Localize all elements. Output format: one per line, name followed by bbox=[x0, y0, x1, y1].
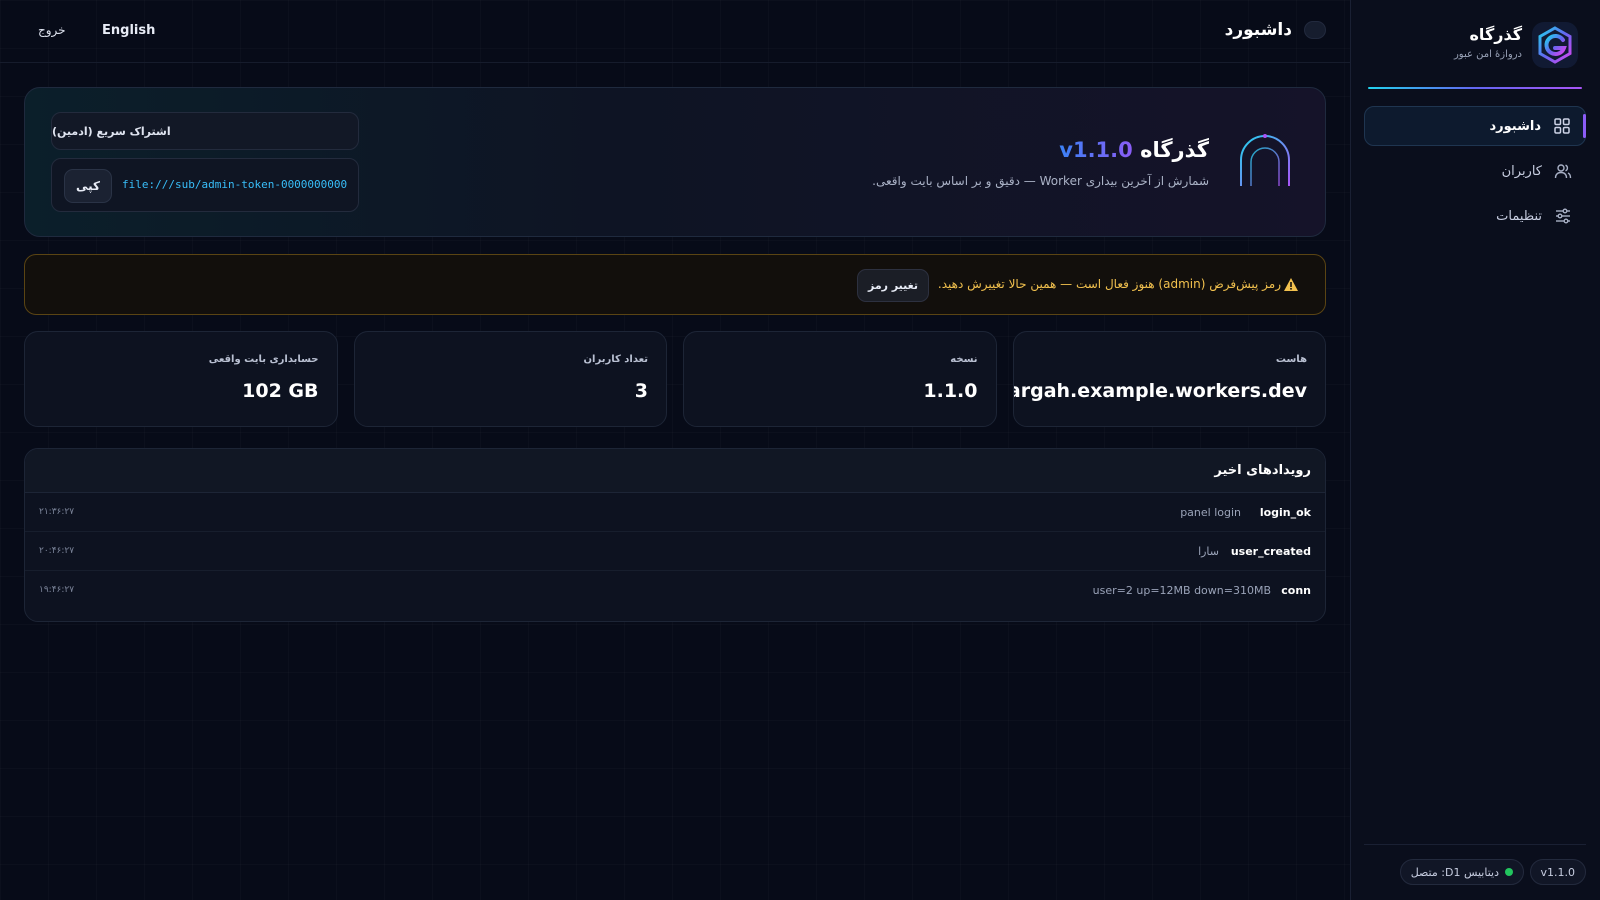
sidebar-footer: v1.1.0 دیتابیس D1: متصل bbox=[1364, 844, 1586, 900]
stat-card-real-bytes: حسابداری بایت واقعی 102 GB bbox=[24, 331, 338, 427]
db-status-text: دیتابیس D1: متصل bbox=[1410, 865, 1499, 879]
stat-card-user-count: تعداد کاربران 3 bbox=[353, 331, 667, 427]
sidebar-item-label: کاربران bbox=[1501, 163, 1542, 179]
sidebar-nav: داشبورد کاربران تنظیمات bbox=[1364, 106, 1586, 241]
version-badge: v1.1.0 bbox=[1529, 859, 1586, 885]
event-time: ۲۰:۴۶:۲۷ bbox=[39, 546, 75, 556]
stat-value: gozargah.example.workers.dev bbox=[1012, 380, 1307, 402]
app-name: گذرگاه bbox=[1469, 25, 1522, 44]
sidebar-item-settings[interactable]: تنظیمات bbox=[1364, 196, 1586, 236]
gateway-arch-icon bbox=[1235, 132, 1295, 194]
table-row: login_ok panel login ۲۱:۳۶:۲۷ bbox=[25, 493, 1325, 532]
event-detail: سارا bbox=[1198, 545, 1219, 558]
stat-value: 102 GB bbox=[242, 380, 319, 402]
default-password-alert: رمز پیش‌فرض (admin) هنوز فعال است — همین… bbox=[24, 254, 1326, 315]
stat-label: هاست bbox=[1275, 354, 1307, 365]
event-type: login_ok bbox=[1259, 506, 1311, 519]
event-detail: panel login bbox=[1180, 506, 1241, 519]
language-switch[interactable]: English bbox=[102, 23, 155, 38]
sidebar: گذرگاه دروازهٔ امن عبور داشبورد کاربران bbox=[1350, 0, 1600, 900]
hero-title-name: گذرگاه bbox=[1140, 138, 1209, 162]
stat-value: 3 bbox=[634, 380, 648, 402]
sliders-icon bbox=[1554, 207, 1572, 225]
recent-events-card: رویدادهای اخیر login_ok panel login ۲۱:۳… bbox=[24, 448, 1326, 622]
alert-text: رمز پیش‌فرض (admin) هنوز فعال است — همین… bbox=[937, 277, 1281, 291]
quick-share-label: اشتراک سریع (ادمین) bbox=[51, 112, 359, 150]
event-type: conn bbox=[1281, 584, 1311, 597]
stat-label: حسابداری بایت واقعی bbox=[208, 354, 319, 365]
sidebar-item-label: تنظیمات bbox=[1496, 208, 1542, 224]
hero-title: گذرگاه v1.1.0 bbox=[1059, 138, 1209, 162]
grid-icon bbox=[1553, 117, 1571, 135]
sidebar-item-label: داشبورد bbox=[1489, 118, 1541, 134]
sidebar-item-dashboard[interactable]: داشبورد bbox=[1364, 106, 1586, 146]
event-type: user_created bbox=[1230, 545, 1311, 558]
stats-row: حسابداری بایت واقعی 102 GB تعداد کاربران… bbox=[24, 331, 1326, 427]
stat-value: 1.1.0 bbox=[923, 380, 978, 402]
table-row: user_created سارا ۲۰:۴۶:۲۷ bbox=[25, 532, 1325, 571]
events-title: رویدادهای اخیر bbox=[25, 449, 1325, 493]
topbar: خروج English داشبورد bbox=[0, 0, 1350, 63]
app-logo bbox=[1532, 22, 1578, 68]
hero-version: v1.1.0 bbox=[1059, 138, 1133, 162]
users-icon bbox=[1554, 162, 1572, 180]
share-link-box: کپی file:///sub/admin-token-0000000000 bbox=[51, 158, 359, 212]
change-password-button[interactable]: تغییر رمز bbox=[857, 269, 929, 302]
event-detail: user=2 up=12MB down=310MB bbox=[1092, 584, 1271, 597]
stat-card-host: هاست gozargah.example.workers.dev bbox=[1012, 331, 1326, 427]
hero-subtitle: شمارش از آخرین بیداری Worker — دقیق و بر… bbox=[872, 174, 1209, 188]
db-status-badge: دیتابیس D1: متصل bbox=[1399, 859, 1524, 885]
logout-button[interactable]: خروج bbox=[38, 23, 66, 37]
brand: گذرگاه دروازهٔ امن عبور bbox=[1370, 22, 1578, 72]
warning-icon bbox=[1283, 277, 1299, 296]
status-dot-icon bbox=[1505, 868, 1513, 876]
theme-toggle[interactable] bbox=[1304, 21, 1326, 39]
copy-button[interactable]: کپی bbox=[64, 169, 112, 203]
stat-label: تعداد کاربران bbox=[583, 354, 648, 365]
hero-card: گذرگاه v1.1.0 شمارش از آخرین بیداری Work… bbox=[24, 87, 1326, 237]
app-tagline: دروازهٔ امن عبور bbox=[1453, 49, 1522, 60]
event-time: ۱۹:۴۶:۲۷ bbox=[39, 585, 75, 595]
sidebar-item-users[interactable]: کاربران bbox=[1364, 151, 1586, 191]
stat-label: نسخه bbox=[950, 354, 978, 365]
event-time: ۲۱:۳۶:۲۷ bbox=[39, 507, 75, 517]
brand-divider bbox=[1368, 87, 1582, 89]
table-row: conn user=2 up=12MB down=310MB ۱۹:۴۶:۲۷ bbox=[25, 571, 1325, 610]
share-link[interactable]: file:///sub/admin-token-0000000000 bbox=[122, 178, 347, 191]
page-title: داشبورد bbox=[1224, 20, 1292, 40]
main-content: گذرگاه v1.1.0 شمارش از آخرین بیداری Work… bbox=[24, 87, 1326, 622]
version-text: v1.1.0 bbox=[1540, 865, 1576, 879]
stat-card-version: نسخه 1.1.0 bbox=[683, 331, 997, 427]
